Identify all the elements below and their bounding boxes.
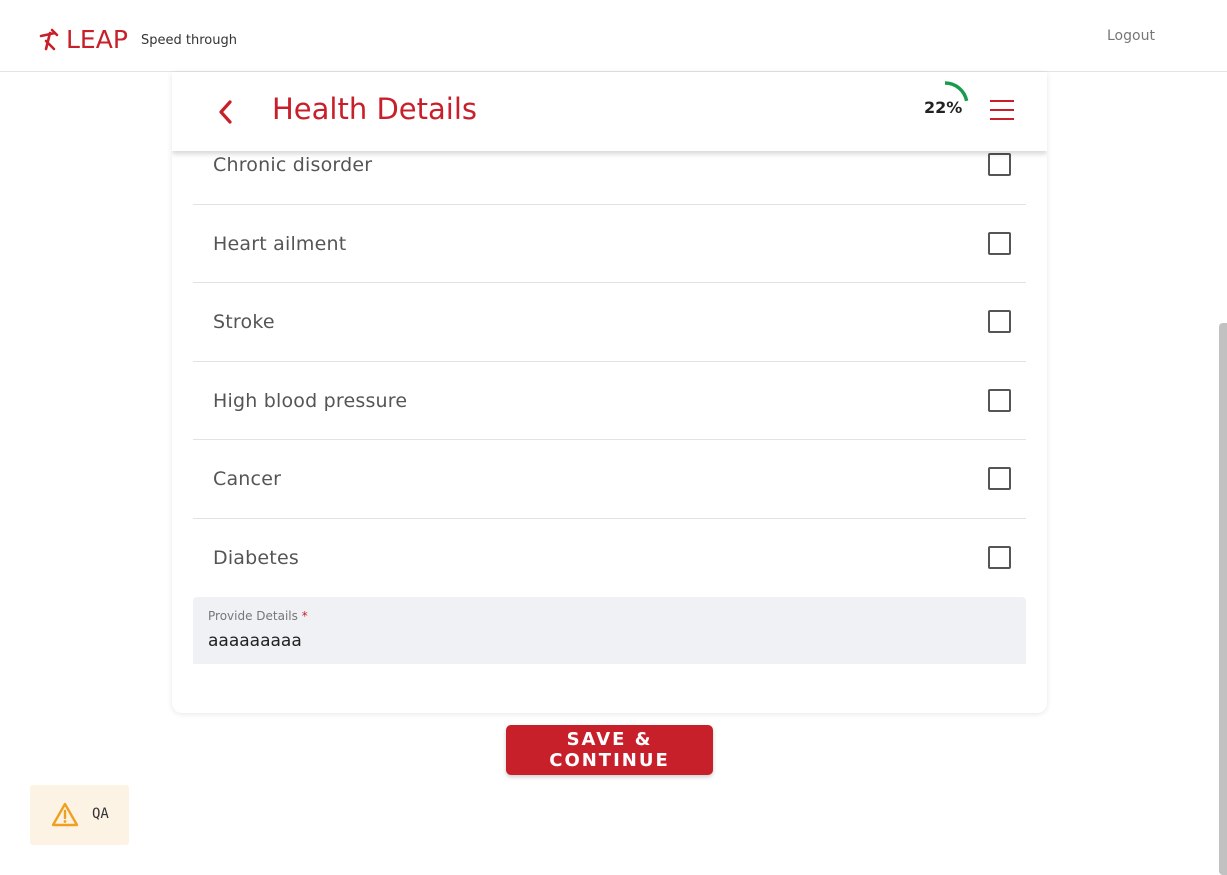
details-input[interactable] (208, 629, 998, 653)
card-header: Health Details 22% (172, 72, 1047, 151)
details-field-label: Provide Details * (208, 609, 308, 623)
brand-tagline: Speed through (141, 33, 237, 48)
diabetes-checkbox[interactable] (988, 545, 1011, 569)
qa-badge[interactable]: QA (30, 785, 129, 845)
chevron-left-icon[interactable] (214, 98, 238, 126)
warning-icon (51, 802, 79, 827)
chronic-disorder-checkbox[interactable] (988, 153, 1011, 176)
save-and-continue-button[interactable]: SAVE & CONTINUE (506, 725, 713, 775)
top-bar: LEAP Speed through Logout (0, 0, 1227, 72)
list-item: High blood pressure (193, 362, 1026, 441)
runner-icon (39, 28, 59, 51)
list-item: Cancer (193, 440, 1026, 519)
health-details-card: Health Details 22% Chronic disorder Hear… (172, 72, 1047, 713)
condition-label: Stroke (213, 311, 275, 334)
condition-label: High blood pressure (213, 389, 408, 412)
condition-label: Heart ailment (213, 232, 347, 255)
scrollbar-thumb[interactable] (1219, 323, 1227, 875)
brand-name: LEAP (66, 25, 128, 54)
logout-link[interactable]: Logout (1107, 28, 1155, 44)
leap-logo[interactable]: LEAP (38, 26, 128, 54)
cancer-checkbox[interactable] (988, 467, 1011, 491)
high-blood-pressure-checkbox[interactable] (988, 388, 1011, 412)
conditions-list: Chronic disorder Heart ailment Stroke Hi… (193, 126, 1026, 598)
list-item: Stroke (193, 283, 1026, 362)
condition-label: Diabetes (213, 546, 299, 569)
progress-percent: 22% (924, 98, 963, 117)
list-item: Diabetes (193, 519, 1026, 598)
page-title: Health Details (272, 92, 477, 126)
stroke-checkbox[interactable] (988, 310, 1011, 334)
provide-details-field[interactable]: Provide Details * (193, 597, 1026, 664)
list-item: Heart ailment (193, 205, 1026, 284)
condition-label: Chronic disorder (213, 154, 373, 176)
hamburger-menu-icon[interactable] (990, 100, 1014, 122)
required-mark: * (301, 609, 308, 623)
condition-label: Cancer (213, 468, 282, 491)
heart-ailment-checkbox[interactable] (988, 231, 1011, 255)
qa-label: QA (92, 806, 109, 822)
